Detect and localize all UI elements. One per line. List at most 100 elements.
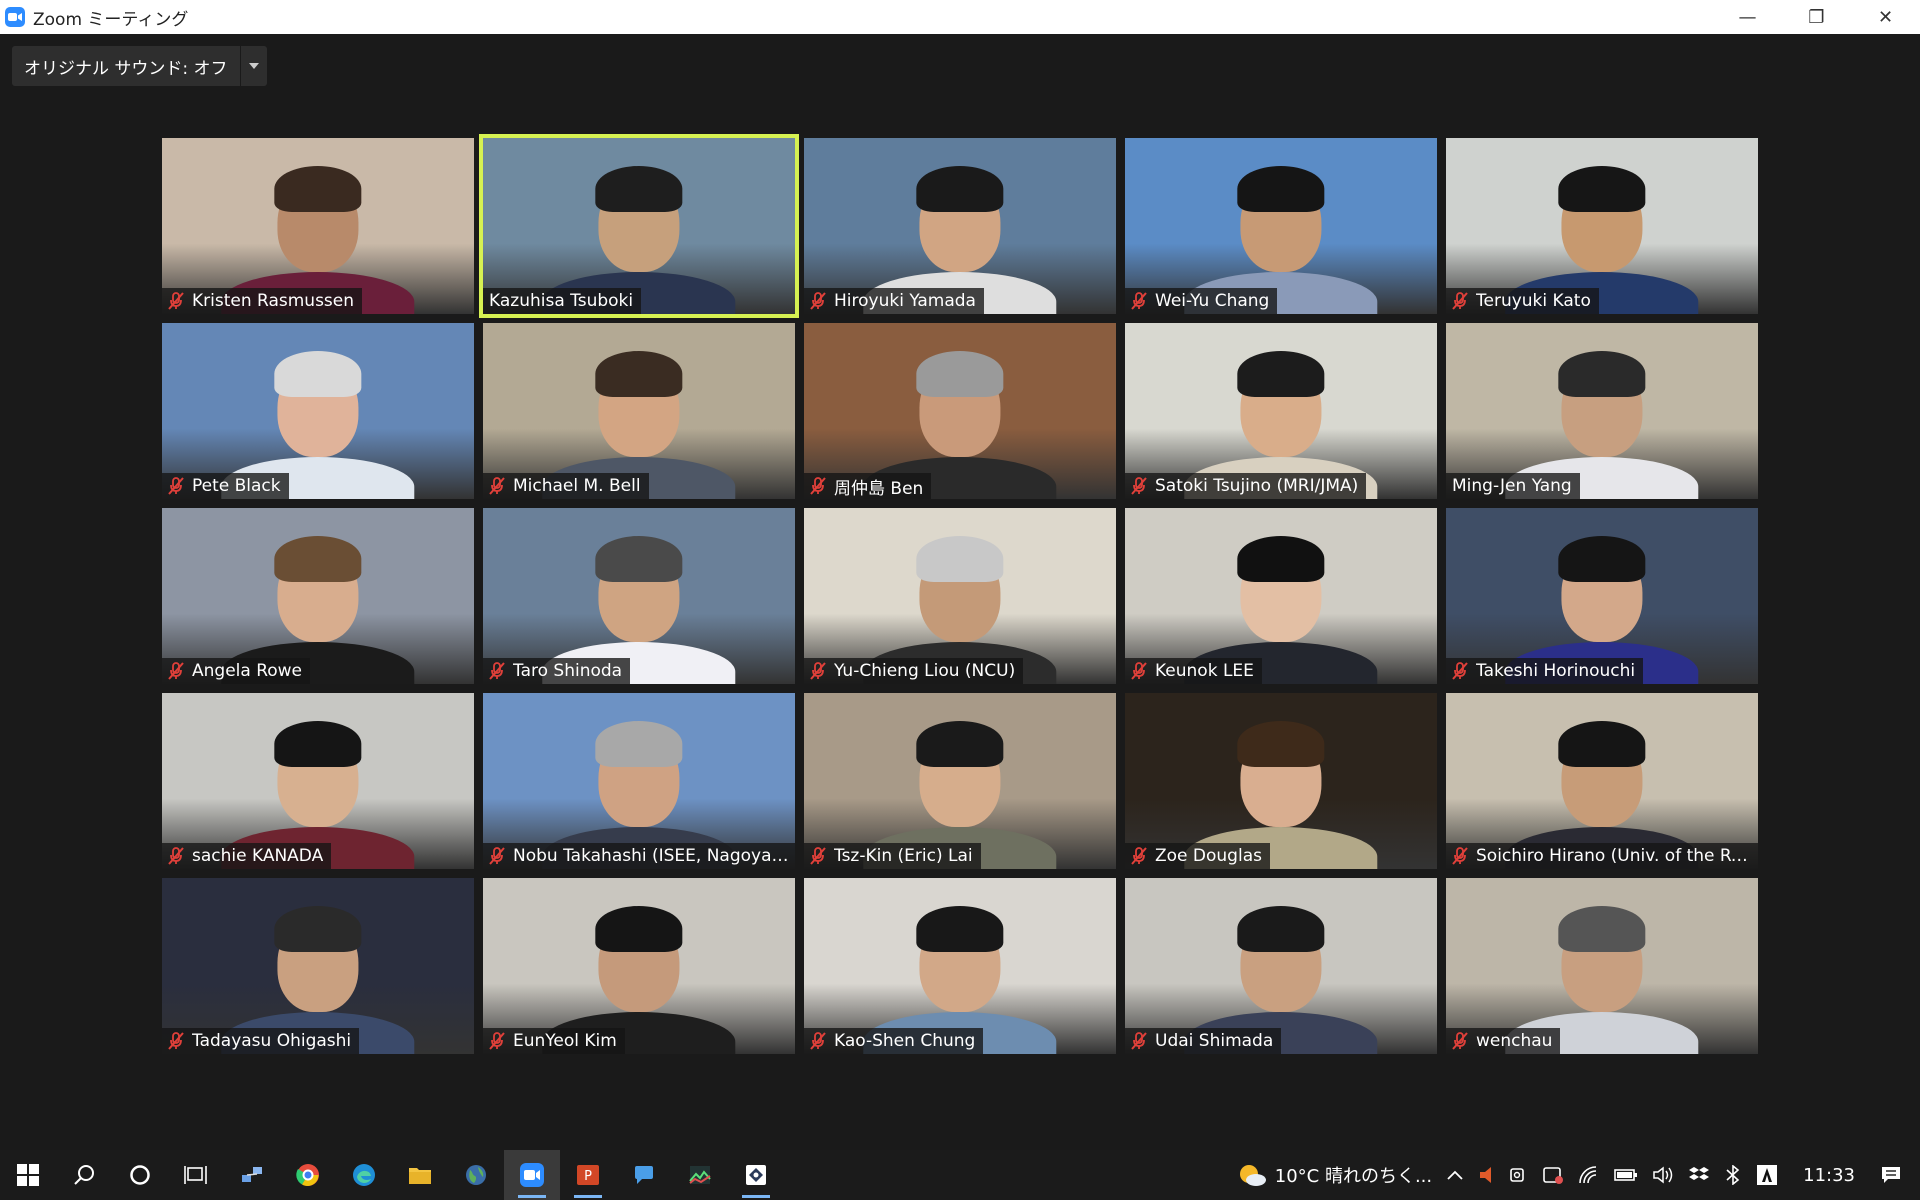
participant-name-tag: Kao-Shen Chung xyxy=(804,1028,984,1054)
participant-name-tag: Tadayasu Ohigashi xyxy=(162,1028,360,1054)
gallery-grid: Kristen Rasmussen Kazuhisa Tsuboki Hiroyuk… xyxy=(162,134,1760,1054)
participant-tile[interactable]: 周仲島 Ben xyxy=(804,323,1116,499)
action-center-button[interactable] xyxy=(1880,1165,1902,1185)
participant-tile[interactable]: Ming-Jen Yang xyxy=(1446,323,1758,499)
participant-name-tag: Keunok LEE xyxy=(1125,658,1262,684)
participant-hair xyxy=(1558,721,1646,767)
participant-tile[interactable]: Kazuhisa Tsuboki xyxy=(479,134,799,318)
participant-tile[interactable]: Kao-Shen Chung xyxy=(804,878,1116,1054)
taskbar-app-chat[interactable] xyxy=(616,1150,672,1200)
taskbar-app-globe[interactable] xyxy=(448,1150,504,1200)
system-tray: 10°C 晴れのちく... 11:33 xyxy=(1230,1150,1920,1200)
participant-tile[interactable]: Tadayasu Ohigashi xyxy=(162,878,474,1054)
participant-name-tag: Taro Shinoda xyxy=(483,658,631,684)
taskbar-app-edge[interactable] xyxy=(336,1150,392,1200)
chat-icon xyxy=(635,1166,653,1184)
tray-volume[interactable] xyxy=(1652,1165,1674,1185)
dropbox-icon xyxy=(1689,1167,1710,1180)
speaker-red-icon xyxy=(1480,1167,1492,1183)
participant-tile[interactable]: EunYeol Kim xyxy=(483,878,795,1054)
start-button[interactable] xyxy=(0,1150,56,1200)
taskbar-app-powerpoint[interactable]: P xyxy=(560,1150,616,1200)
muted-mic-icon xyxy=(489,662,505,680)
title-bar: Zoom ミーティング — ❐ ✕ xyxy=(0,0,1920,34)
participant-name-tag: Zoe Douglas xyxy=(1125,843,1270,869)
clock[interactable]: 11:33 xyxy=(1803,1165,1855,1186)
participant-tile[interactable]: Angela Rowe xyxy=(162,508,474,684)
participant-name: Keunok LEE xyxy=(1155,661,1254,681)
participant-name: Ming-Jen Yang xyxy=(1452,476,1572,496)
muted-mic-icon xyxy=(489,847,505,865)
original-sound-dropdown[interactable] xyxy=(239,46,267,86)
muted-mic-icon xyxy=(1131,477,1147,495)
participant-hair xyxy=(274,351,362,397)
participant-tile[interactable]: Kristen Rasmussen xyxy=(162,138,474,314)
tray-battery[interactable] xyxy=(1614,1167,1638,1183)
original-sound-label[interactable]: オリジナル サウンド: オフ xyxy=(12,46,240,86)
participant-tile[interactable]: Nobu Takahashi (ISEE, Nagoya ... xyxy=(483,693,795,869)
tray-dropbox[interactable] xyxy=(1688,1165,1710,1185)
participant-name-tag: sachie KANADA xyxy=(162,843,332,869)
taskbar-app-tool[interactable] xyxy=(728,1150,784,1200)
participant-name-tag: Takeshi Horinouchi xyxy=(1446,658,1644,684)
participant-name: Taro Shinoda xyxy=(513,661,623,681)
participant-tile[interactable]: Zoe Douglas xyxy=(1125,693,1437,869)
muted-mic-icon xyxy=(1131,1032,1147,1050)
tray-ime[interactable] xyxy=(1756,1164,1778,1186)
participant-name: Michael M. Bell xyxy=(513,476,641,496)
participant-tile[interactable]: Hiroyuki Yamada xyxy=(804,138,1116,314)
task-view-button[interactable] xyxy=(168,1150,224,1200)
participant-tile[interactable]: Udai Shimada xyxy=(1125,878,1437,1054)
globe-icon xyxy=(466,1165,486,1185)
participant-name-tag: Hiroyuki Yamada xyxy=(804,288,984,314)
restore-button[interactable]: ❐ xyxy=(1782,0,1851,34)
participant-tile[interactable]: Wei-Yu Chang xyxy=(1125,138,1437,314)
participant-name: Pete Black xyxy=(192,476,281,496)
cortana-button[interactable] xyxy=(112,1150,168,1200)
participant-hair xyxy=(916,351,1004,397)
tray-bluetooth[interactable] xyxy=(1724,1165,1742,1185)
tray-camera[interactable] xyxy=(1508,1165,1528,1185)
participant-tile[interactable]: Soichiro Hirano (Univ. of the Ry... xyxy=(1446,693,1758,869)
participant-tile[interactable]: Taro Shinoda xyxy=(483,508,795,684)
close-button[interactable]: ✕ xyxy=(1851,0,1920,34)
minimize-button[interactable]: — xyxy=(1713,0,1782,34)
participant-tile[interactable]: Teruyuki Kato xyxy=(1446,138,1758,314)
participant-tile[interactable]: Takeshi Horinouchi xyxy=(1446,508,1758,684)
taskbar-app-explorer[interactable] xyxy=(392,1150,448,1200)
participant-tile[interactable]: Tsz-Kin (Eric) Lai xyxy=(804,693,1116,869)
participant-name: Kazuhisa Tsuboki xyxy=(489,291,634,311)
participant-tile[interactable]: wenchau xyxy=(1446,878,1758,1054)
participant-name: Soichiro Hirano (Univ. of the Ry... xyxy=(1476,846,1752,866)
search-button[interactable] xyxy=(56,1150,112,1200)
muted-mic-icon xyxy=(489,1032,505,1050)
taskbar-app-image[interactable] xyxy=(672,1150,728,1200)
taskbar-app-zoom[interactable] xyxy=(504,1150,560,1200)
participant-tile[interactable]: sachie KANADA xyxy=(162,693,474,869)
image-app-icon xyxy=(689,1166,711,1184)
taskbar-app-chrome[interactable] xyxy=(280,1150,336,1200)
participant-name: Zoe Douglas xyxy=(1155,846,1262,866)
participant-hair xyxy=(274,166,362,212)
taskbar-app-network[interactable] xyxy=(224,1150,280,1200)
muted-mic-icon xyxy=(1452,1032,1468,1050)
participant-tile[interactable]: Satoki Tsujino (MRI/JMA) xyxy=(1125,323,1437,499)
participant-name: Satoki Tsujino (MRI/JMA) xyxy=(1155,476,1359,496)
participant-tile[interactable]: Michael M. Bell xyxy=(483,323,795,499)
search-icon xyxy=(74,1165,94,1185)
participant-tile[interactable]: Yu-Chieng Liou (NCU) xyxy=(804,508,1116,684)
participant-hair xyxy=(595,166,683,212)
participant-tile[interactable]: Keunok LEE xyxy=(1125,508,1437,684)
window-title: Zoom ミーティング xyxy=(33,9,189,30)
participant-name: Tadayasu Ohigashi xyxy=(192,1031,352,1051)
tray-wifi[interactable] xyxy=(1578,1165,1600,1185)
participant-tile[interactable]: Pete Black xyxy=(162,323,474,499)
original-sound-toggle[interactable]: オリジナル サウンド: オフ xyxy=(12,46,267,86)
tray-sync[interactable] xyxy=(1542,1165,1564,1185)
weather-widget[interactable]: 10°C 晴れのちく... xyxy=(1237,1162,1432,1188)
show-hidden-icons-button[interactable] xyxy=(1446,1169,1464,1181)
zoom-logo-icon xyxy=(5,7,25,27)
tray-speaker-muted[interactable] xyxy=(1478,1165,1494,1185)
participant-name-tag: Michael M. Bell xyxy=(483,473,649,499)
muted-mic-icon xyxy=(168,1032,184,1050)
